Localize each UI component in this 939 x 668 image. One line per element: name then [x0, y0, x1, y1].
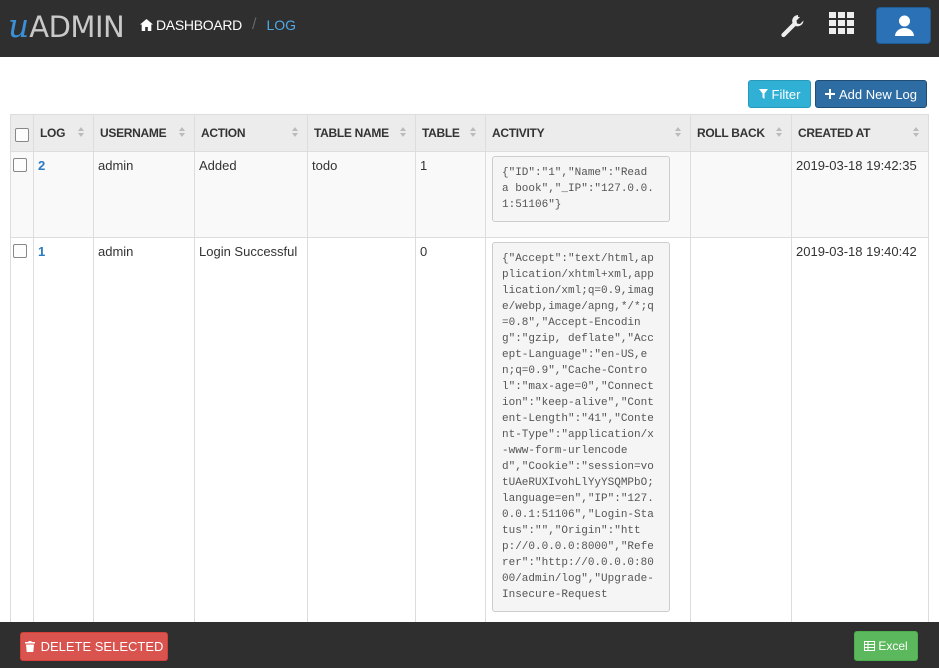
log-table: LOG USERNAME ACTION TABLE NAME TABLE ACT… — [10, 114, 929, 638]
user-menu-button[interactable] — [876, 7, 931, 44]
breadcrumb-dashboard-label: DASHBOARD — [156, 17, 242, 33]
username-cell: admin — [93, 151, 195, 238]
excel-export-button[interactable]: Excel — [854, 631, 918, 661]
bottom-action-bar: DELETE SELECTED Excel — [0, 622, 939, 668]
add-new-log-button[interactable]: Add New Log — [815, 80, 927, 108]
excel-label: Excel — [878, 639, 908, 653]
row-select-cell — [10, 237, 34, 638]
top-navbar: u ADMIN DASHBOARD / LOG — [0, 0, 939, 57]
table-name-cell — [307, 237, 416, 638]
column-header-created-at[interactable]: CREATED AT — [791, 114, 929, 152]
created-at-cell: 2019-03-18 19:40:42 — [791, 237, 929, 638]
created-at-cell: 2019-03-18 19:42:35 — [791, 151, 929, 238]
logo[interactable]: u ADMIN — [8, 6, 125, 46]
grid-apps-icon[interactable] — [829, 12, 855, 34]
activity-cell: {"ID":"1","Name":"Read a book","_IP":"12… — [485, 151, 691, 238]
breadcrumb-dashboard[interactable]: DASHBOARD — [140, 17, 242, 33]
breadcrumb-separator: / — [251, 16, 257, 33]
logo-u: u — [8, 6, 30, 45]
table-row: 1 admin Login Successful 0 {"Accept":"te… — [10, 237, 929, 638]
wrench-icon[interactable] — [779, 12, 807, 40]
table-name-cell: todo — [307, 151, 416, 238]
log-id-cell: 1 — [33, 237, 94, 638]
sort-icon[interactable] — [913, 127, 920, 139]
column-header-table-name[interactable]: TABLE NAME — [307, 114, 416, 152]
select-all-checkbox[interactable] — [15, 127, 29, 142]
filter-icon — [758, 89, 768, 99]
log-id-link[interactable]: 1 — [38, 244, 45, 259]
user-icon — [895, 15, 914, 36]
plus-icon — [824, 89, 835, 99]
breadcrumb: DASHBOARD / LOG — [140, 16, 296, 34]
trash-icon — [24, 641, 35, 652]
username-cell: admin — [93, 237, 195, 638]
log-id-link[interactable]: 2 — [38, 158, 45, 173]
breadcrumb-current: LOG — [266, 17, 297, 33]
sort-icon[interactable] — [400, 127, 407, 139]
column-header-roll-back[interactable]: ROLL BACK — [690, 114, 792, 152]
action-cell: Login Successful — [194, 237, 308, 638]
column-header-log[interactable]: LOG — [33, 114, 94, 152]
row-checkbox[interactable] — [13, 158, 27, 172]
delete-selected-button[interactable]: DELETE SELECTED — [20, 632, 168, 661]
row-checkbox[interactable] — [13, 244, 27, 258]
action-cell: Added — [194, 151, 308, 238]
table-row: 2 admin Added todo 1 {"ID":"1","Name":"R… — [10, 151, 929, 238]
sort-icon[interactable] — [776, 127, 783, 139]
home-icon — [140, 19, 153, 31]
sort-icon[interactable] — [179, 127, 186, 139]
table-cell: 0 — [415, 237, 486, 638]
roll-back-cell — [690, 237, 792, 638]
log-id-cell: 2 — [33, 151, 94, 238]
delete-selected-label: DELETE SELECTED — [40, 639, 164, 654]
activity-json: {"Accept":"text/html,application/xhtml+x… — [492, 242, 670, 612]
table-header-row: LOG USERNAME ACTION TABLE NAME TABLE ACT… — [10, 114, 929, 152]
sort-icon[interactable] — [675, 127, 682, 139]
add-new-log-label: Add New Log — [838, 86, 918, 102]
sort-icon[interactable] — [470, 127, 477, 139]
sort-icon[interactable] — [78, 127, 85, 139]
activity-json: {"ID":"1","Name":"Read a book","_IP":"12… — [492, 156, 670, 222]
filter-label: Filter — [771, 86, 801, 102]
column-header-table[interactable]: TABLE — [415, 114, 486, 152]
sort-icon[interactable] — [292, 127, 299, 139]
column-header-activity[interactable]: ACTIVITY — [485, 114, 691, 152]
table-icon — [864, 641, 876, 651]
roll-back-cell — [690, 151, 792, 238]
column-header-username[interactable]: USERNAME — [93, 114, 195, 152]
filter-button[interactable]: Filter — [748, 80, 811, 108]
table-cell: 1 — [415, 151, 486, 238]
column-header-action[interactable]: ACTION — [194, 114, 308, 152]
activity-cell: {"Accept":"text/html,application/xhtml+x… — [485, 237, 691, 638]
logo-admin: ADMIN — [29, 10, 125, 44]
row-select-cell — [10, 151, 34, 238]
select-all-cell — [10, 114, 34, 152]
